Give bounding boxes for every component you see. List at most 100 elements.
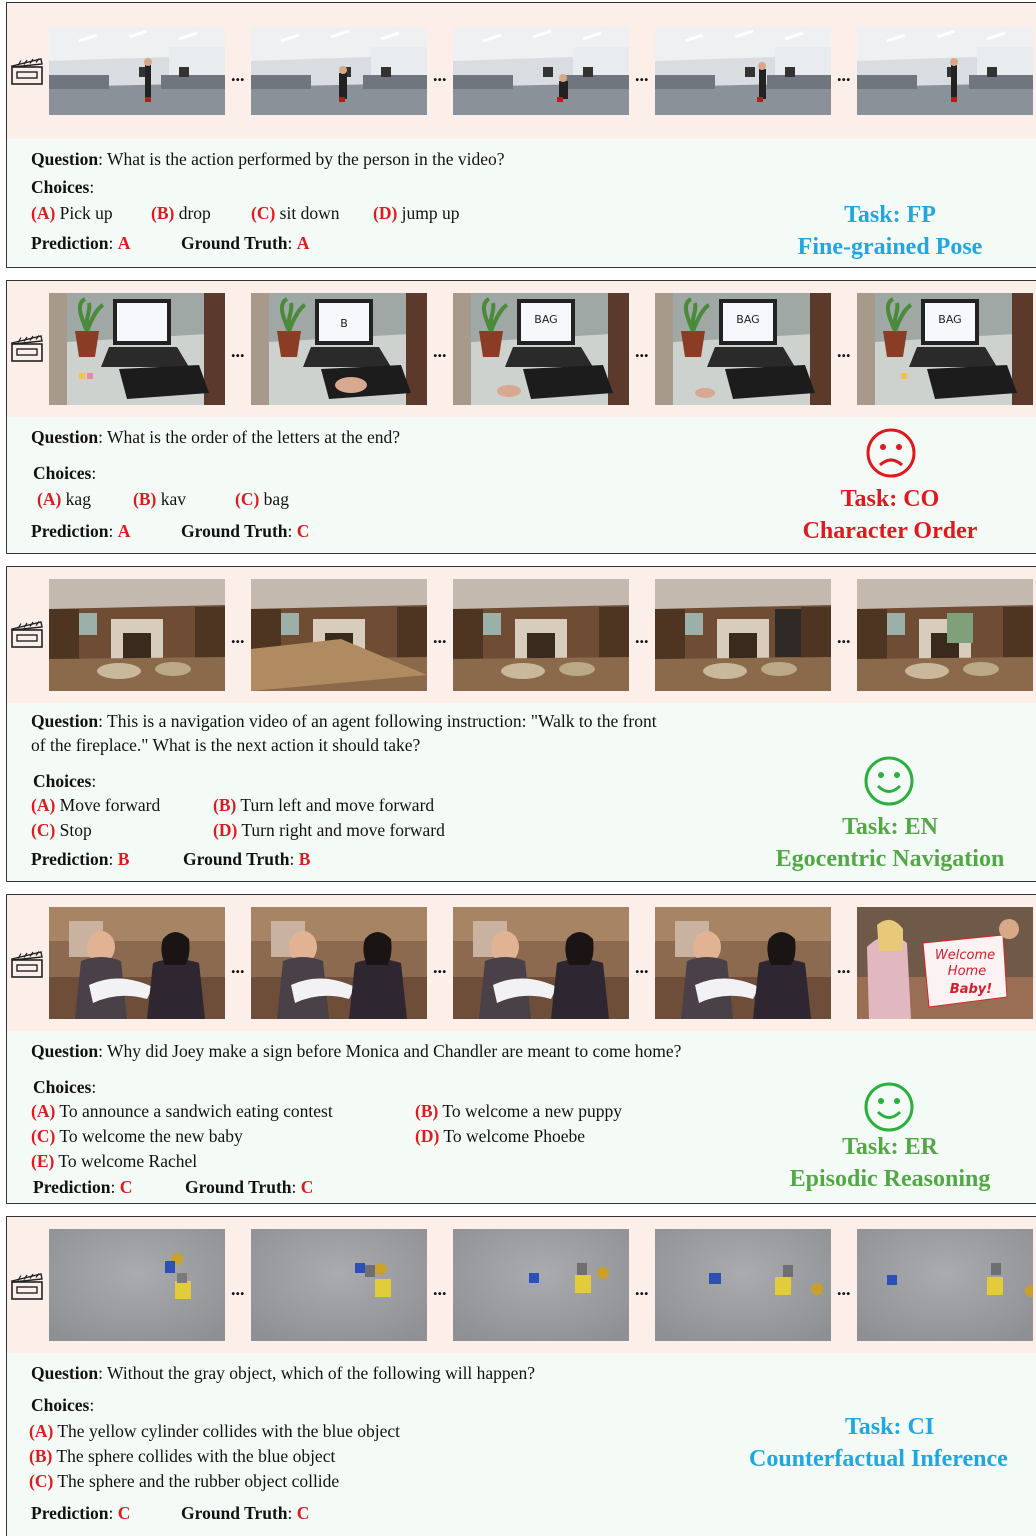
video-frame-strip: ... ... ... ... — [7, 3, 1036, 140]
choice-c: (C) The sphere and the rubber object col… — [29, 1471, 340, 1491]
ground-truth-line: Ground Truth: C — [185, 1177, 314, 1197]
ground-truth-value: A — [296, 233, 310, 253]
choice-b: (B) drop — [151, 203, 211, 223]
ground-truth-value: C — [296, 521, 310, 541]
example-panel-co: ... B ... BAG ... BAG ... BAG Question: … — [6, 280, 1036, 554]
frame-ellipsis: ... — [837, 627, 851, 647]
choice-b: (B) Turn left and move forward — [213, 795, 435, 815]
task-label: Task: CO Character Order — [767, 483, 1013, 547]
video-frame — [655, 1229, 831, 1341]
choices-heading: Choices: — [33, 1077, 97, 1097]
choices-heading: Choices: — [33, 463, 97, 483]
question-line: Question: What is the order of the lette… — [31, 427, 401, 447]
video-frame-strip: ... ... ... ... — [7, 567, 1036, 704]
sign-text: Welcome — [935, 948, 995, 963]
choice-c: (C) sit down — [251, 203, 340, 223]
ground-truth-line: Ground Truth: A — [181, 233, 310, 253]
video-frame: Welcome Home Baby! — [857, 907, 1033, 1019]
video-clapper-icon — [10, 949, 44, 979]
prediction-line: Prediction: C — [31, 1503, 131, 1523]
screen-text: BAG — [534, 313, 557, 326]
choice-b: (B) To welcome a new puppy — [415, 1101, 622, 1121]
video-frame-strip: ... B ... BAG ... BAG ... BAG — [7, 281, 1036, 418]
task-label: Task: FP Fine-grained Pose — [767, 199, 1013, 263]
task-name: Character Order — [802, 518, 978, 544]
video-frame — [655, 27, 831, 115]
sad-face-icon — [866, 428, 916, 478]
choice-c: (C) Stop — [31, 820, 92, 840]
prediction-value: A — [117, 521, 131, 541]
qa-block: Question: Why did Joey make a sign befor… — [7, 1031, 1036, 1203]
video-frame-strip: ... ... ... ... — [7, 1217, 1036, 1354]
frame-ellipsis: ... — [433, 957, 447, 977]
frame-ellipsis: ... — [837, 65, 851, 85]
task-code: Task: ER — [842, 1134, 938, 1160]
frame-ellipsis: ... — [433, 627, 447, 647]
task-name: Episodic Reasoning — [789, 1166, 991, 1192]
question-text: This is a navigation video of an agent f… — [107, 711, 657, 731]
video-clapper-icon — [10, 56, 44, 86]
video-frame — [251, 27, 427, 115]
screen-text: B — [340, 317, 348, 330]
qa-block: Question: This is a navigation video of … — [7, 703, 1036, 881]
frame-ellipsis: ... — [635, 957, 649, 977]
question-line-2: of the fireplace." What is the next acti… — [31, 735, 421, 755]
screen-text: BAG — [938, 313, 961, 326]
ground-truth-value: B — [298, 849, 311, 869]
choice-c: (C) bag — [235, 489, 289, 509]
screen-text: BAG — [736, 313, 759, 326]
ground-truth-value: C — [296, 1503, 310, 1523]
question-line: Question: Why did Joey make a sign befor… — [31, 1041, 682, 1061]
video-frame — [655, 579, 831, 691]
video-frame — [49, 293, 225, 405]
task-label: Task: EN Egocentric Navigation — [763, 811, 1017, 875]
ground-truth-value: C — [300, 1177, 314, 1197]
frame-ellipsis: ... — [231, 1279, 245, 1299]
frame-ellipsis: ... — [231, 627, 245, 647]
frame-ellipsis: ... — [433, 341, 447, 361]
choices-heading: Choices: — [31, 1395, 95, 1415]
choices-heading: Choices: — [33, 771, 97, 791]
prediction-line: Prediction: C — [33, 1177, 133, 1197]
choice-d: (D) To welcome Phoebe — [415, 1126, 586, 1146]
frame-ellipsis: ... — [231, 341, 245, 361]
video-frame — [453, 579, 629, 691]
choice-a: (A) Move forward — [31, 795, 161, 815]
choice-a: (A) The yellow cylinder collides with th… — [29, 1421, 400, 1441]
video-frame — [857, 27, 1033, 115]
happy-face-icon — [864, 756, 914, 806]
question-text: Without the gray object, which of the fo… — [107, 1363, 535, 1383]
question-line: Question: This is a navigation video of … — [31, 711, 657, 731]
video-frame — [251, 907, 427, 1019]
video-frame — [251, 1229, 427, 1341]
prediction-line: Prediction: A — [31, 521, 131, 541]
frame-ellipsis: ... — [837, 957, 851, 977]
example-panel-ci: ... ... ... ... Question: Without the gr… — [6, 1216, 1036, 1536]
task-code: Task: CO — [840, 486, 940, 512]
video-clapper-icon — [10, 619, 44, 649]
frame-ellipsis: ... — [635, 65, 649, 85]
video-frame — [453, 27, 629, 115]
choice-d: (D) jump up — [373, 203, 460, 223]
choice-b: (B) kav — [133, 489, 186, 509]
qa-block: Question: Without the gray object, which… — [7, 1353, 1036, 1536]
prediction-value: B — [117, 849, 130, 869]
ground-truth-line: Ground Truth: C — [181, 1503, 310, 1523]
example-panel-en: ... ... ... ... Question: This is a navi… — [6, 566, 1036, 882]
video-frame — [49, 1229, 225, 1341]
sign-text: Home — [948, 964, 986, 979]
frame-ellipsis: ... — [837, 341, 851, 361]
video-frame — [857, 1229, 1033, 1341]
frame-ellipsis: ... — [231, 65, 245, 85]
task-code: Task: FP — [844, 202, 936, 228]
prediction-line: Prediction: A — [31, 233, 131, 253]
question-line: Question: What is the action performed b… — [31, 149, 505, 169]
sign-text: Baby! — [950, 982, 992, 997]
choice-a: (A) Pick up — [31, 203, 113, 223]
question-text: Why did Joey make a sign before Monica a… — [107, 1041, 682, 1061]
choices-heading: Choices: — [31, 177, 95, 197]
ground-truth-line: Ground Truth: C — [181, 521, 310, 541]
qa-block: Question: What is the action performed b… — [7, 139, 1036, 267]
ground-truth-line: Ground Truth: B — [183, 849, 311, 869]
video-frame — [453, 907, 629, 1019]
